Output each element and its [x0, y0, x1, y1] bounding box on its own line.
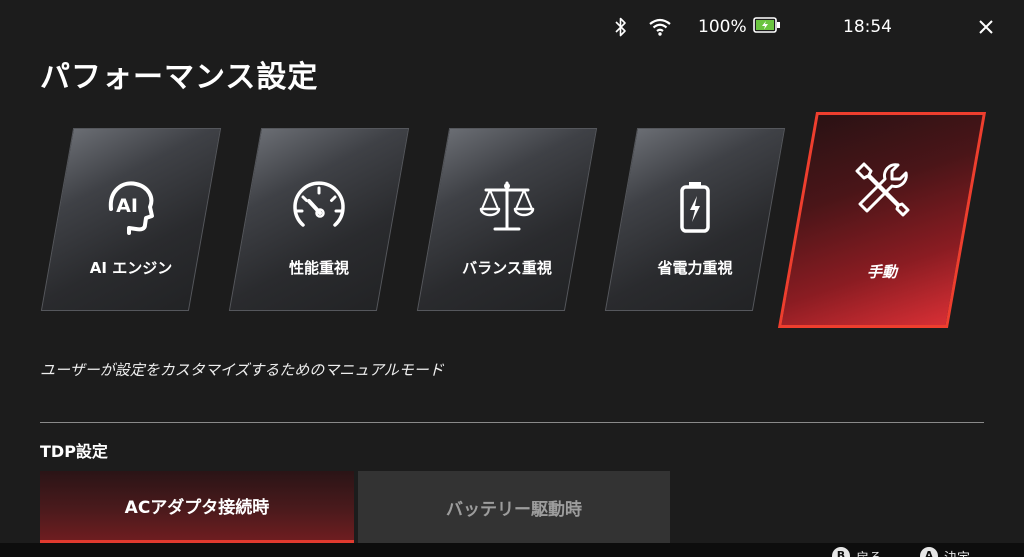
mode-label: AI エンジン	[89, 259, 173, 277]
hint-label: 決定	[944, 547, 970, 557]
wrench-screwdriver-icon	[852, 159, 912, 219]
tab-battery[interactable]: バッテリー駆動時	[358, 471, 670, 543]
divider	[40, 422, 984, 423]
bluetooth-icon	[612, 14, 630, 40]
mode-description: ユーザーが設定をカスタマイズするためのマニュアルモード	[40, 361, 444, 379]
tab-label: ACアダプタ接続時	[124, 498, 270, 518]
close-icon[interactable]	[975, 14, 997, 40]
hint-confirm[interactable]: A 決定	[920, 547, 970, 557]
mode-card-power-saving[interactable]: 省電力重視	[604, 128, 786, 311]
mode-card-manual[interactable]: 手動	[777, 112, 987, 328]
page-title: パフォーマンス設定	[40, 60, 319, 95]
svg-text:AI: AI	[116, 195, 138, 217]
bottom-hint-bar: B 戻る A 決定	[0, 543, 1024, 557]
hint-label: 戻る	[856, 547, 882, 557]
battery-status: 100%	[698, 14, 781, 40]
mode-card-balanced[interactable]: バランス重視	[416, 128, 598, 311]
ai-head-icon: AI	[101, 177, 161, 237]
tdp-section-title: TDP設定	[40, 442, 108, 461]
wifi-icon	[648, 14, 672, 40]
mode-label: 性能重視	[288, 259, 349, 277]
tab-label: バッテリー駆動時	[446, 499, 582, 520]
hint-back[interactable]: B 戻る	[832, 547, 882, 557]
battery-percent: 100%	[698, 17, 747, 37]
mode-label: 省電力重視	[657, 259, 733, 277]
status-bar: 100% 18:54	[0, 14, 1024, 40]
tab-ac-adapter[interactable]: ACアダプタ接続時	[40, 471, 354, 543]
mode-label: 手動	[866, 263, 897, 281]
mode-card-ai-engine[interactable]: AI AI エンジン	[40, 128, 222, 311]
battery-icon	[665, 177, 725, 237]
mode-card-performance[interactable]: 性能重視	[228, 128, 410, 311]
battery-charging-icon	[752, 16, 781, 38]
a-button-icon: A	[920, 547, 938, 557]
balance-scale-icon	[477, 177, 537, 237]
b-button-icon: B	[832, 547, 850, 557]
mode-label: バランス重視	[462, 259, 552, 277]
speedometer-icon	[289, 177, 349, 237]
clock: 18:54	[843, 17, 892, 37]
